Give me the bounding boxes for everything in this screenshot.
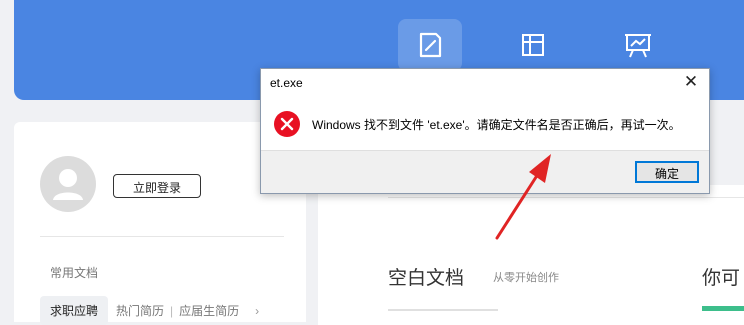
section-label: 常用文档 [50, 266, 99, 280]
template-card[interactable] [702, 306, 744, 311]
close-icon[interactable]: ✕ [679, 70, 703, 94]
blank-document-subtitle: 从零开始创作 [493, 272, 559, 284]
ok-button[interactable]: 确定 [635, 161, 699, 183]
tab-separator: | [170, 303, 174, 318]
section-title: 你可 [702, 268, 741, 289]
tab-job-application[interactable]: 求职应聘 [40, 296, 109, 325]
login-button[interactable]: 立即登录 [113, 174, 201, 198]
tab-popular-resume[interactable]: 热门简历 [116, 302, 164, 319]
blank-document-title[interactable]: 空白文档 [388, 263, 464, 290]
error-dialog: et.exe ✕ Windows 找不到文件 'et.exe'。请确定文件名是否… [260, 68, 710, 194]
divider [40, 236, 284, 237]
chevron-right-icon[interactable]: › [255, 304, 259, 318]
table-icon[interactable] [501, 19, 565, 71]
main-panel: 空白文档 从零开始创作 你可 [318, 185, 744, 325]
blank-document-card[interactable] [388, 309, 498, 311]
tab-graduate-resume[interactable]: 应届生简历 [179, 302, 239, 319]
dialog-title: et.exe [270, 76, 303, 90]
document-icon[interactable] [398, 19, 462, 71]
dialog-message: Windows 找不到文件 'et.exe'。请确定文件名是否正确后，再试一次。 [312, 118, 681, 132]
presentation-icon[interactable] [606, 19, 670, 71]
error-icon [274, 111, 300, 137]
avatar[interactable] [40, 156, 96, 212]
dialog-footer: 确定 [261, 150, 709, 193]
doc-category-tabs: 求职应聘 热门简历 | 应届生简历 › [40, 296, 259, 325]
divider [388, 197, 744, 198]
